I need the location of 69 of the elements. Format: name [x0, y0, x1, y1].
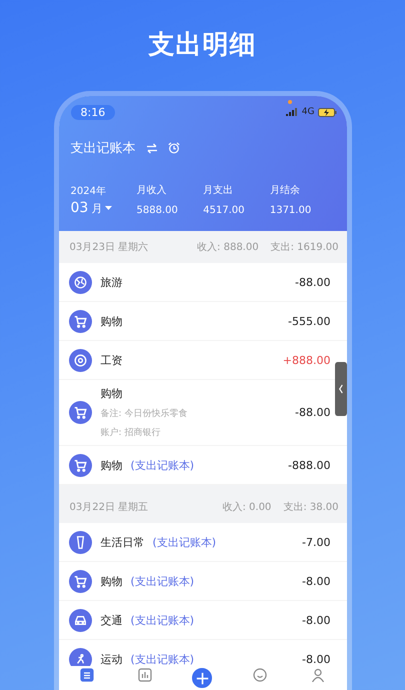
category-name: 运动 — [100, 652, 122, 666]
entry-row[interactable]: 交通 (支出记账本) -8.00 — [58, 601, 346, 640]
shopping-category-icon — [68, 401, 92, 424]
day-expense: 支出: 38.00 — [283, 500, 338, 514]
day-expense: 支出: 1619.00 — [270, 240, 338, 254]
salary-category-icon — [68, 348, 92, 372]
entry-amount: -8.00 — [302, 652, 330, 666]
shopping-category-icon — [68, 454, 92, 476]
chart-tab-icon[interactable] — [138, 668, 152, 682]
list-tab-icon[interactable] — [80, 668, 94, 682]
side-drawer-handle-icon[interactable] — [334, 362, 346, 416]
entry-amount: -88.00 — [295, 276, 330, 288]
entry-account: 账户: 招商银行 — [100, 426, 162, 439]
travel-category-icon — [68, 270, 92, 294]
book-name: (支出记账本) — [130, 574, 194, 588]
network-label: 4G — [302, 107, 314, 117]
category-name: 交通 — [100, 612, 122, 628]
stat-label: 月结余 — [270, 184, 301, 197]
shopping-category-icon — [68, 310, 92, 332]
entry-amount: -8.00 — [302, 614, 330, 626]
day-date: 03月22日 星期五 — [70, 500, 148, 514]
category-name: 工资 — [100, 352, 122, 368]
book-name: (支出记账本) — [130, 652, 194, 666]
entry-row[interactable]: 购物 (支出记账本) -888.00 — [58, 446, 346, 485]
entry-note: 备注: 今日份快乐零食 — [100, 408, 188, 420]
entry-amount: -555.00 — [288, 314, 330, 328]
entry-row[interactable]: 工资 +888.00 — [58, 341, 346, 380]
entry-row[interactable]: 购物 备注: 今日份快乐零食 账户: 招商银行 -88.00 — [58, 380, 346, 446]
category-name: 购物 — [100, 574, 122, 588]
person-tab-icon[interactable] — [310, 668, 325, 682]
daily-category-icon — [68, 530, 92, 554]
category-name: 购物 — [100, 458, 122, 472]
dropdown-caret-icon — [105, 206, 112, 210]
book-name: (支出记账本) — [130, 458, 194, 472]
category-name: 购物 — [100, 314, 122, 328]
entry-amount: -7.00 — [302, 536, 330, 548]
shopping-category-icon — [68, 570, 92, 592]
entry-amount: -8.00 — [302, 574, 330, 588]
entry-row[interactable]: 旅游 -88.00 — [58, 263, 346, 302]
book-name: (支出记账本) — [152, 534, 216, 550]
stat-label: 月支出 — [203, 184, 234, 197]
camera-dot-icon — [288, 100, 292, 104]
category-name: 购物 — [100, 386, 122, 401]
entry-row[interactable]: 购物 -555.00 — [58, 302, 346, 341]
day-income: 收入: 0.00 — [222, 500, 272, 514]
entry-amount: -888.00 — [288, 458, 330, 472]
alarm-clock-icon[interactable] — [168, 142, 180, 154]
battery-icon — [318, 108, 336, 116]
entry-row[interactable]: 购物 (支出记账本) -8.00 — [58, 562, 346, 601]
category-name: 生活日常 — [100, 534, 144, 550]
stat-value: 5888.00 — [136, 205, 179, 216]
book-name: (支出记账本) — [130, 612, 194, 628]
page-title: 支出明细 — [148, 29, 256, 62]
smiley-tab-icon[interactable] — [253, 668, 268, 682]
plus-icon — [196, 672, 209, 684]
signal-icon — [286, 108, 299, 116]
stat-label: 月收入 — [136, 184, 168, 197]
stat-value: 1371.00 — [270, 205, 312, 216]
entry-row[interactable]: 运动 (支出记账本) -8.00 — [58, 640, 346, 666]
category-name: 旅游 — [100, 274, 122, 290]
status-time: 8:16 — [70, 104, 116, 120]
day-income: 收入: 888.00 — [197, 240, 259, 254]
day-date: 03月23日 星期六 — [70, 240, 148, 254]
stat-value: 4517.00 — [203, 205, 246, 216]
entry-amount: -88.00 — [295, 406, 330, 419]
transport-category-icon — [68, 608, 92, 632]
switch-icon[interactable] — [146, 142, 158, 154]
entry-row[interactable]: 生活日常 (支出记账本) -7.00 — [58, 523, 346, 562]
entry-amount: +888.00 — [282, 354, 330, 366]
